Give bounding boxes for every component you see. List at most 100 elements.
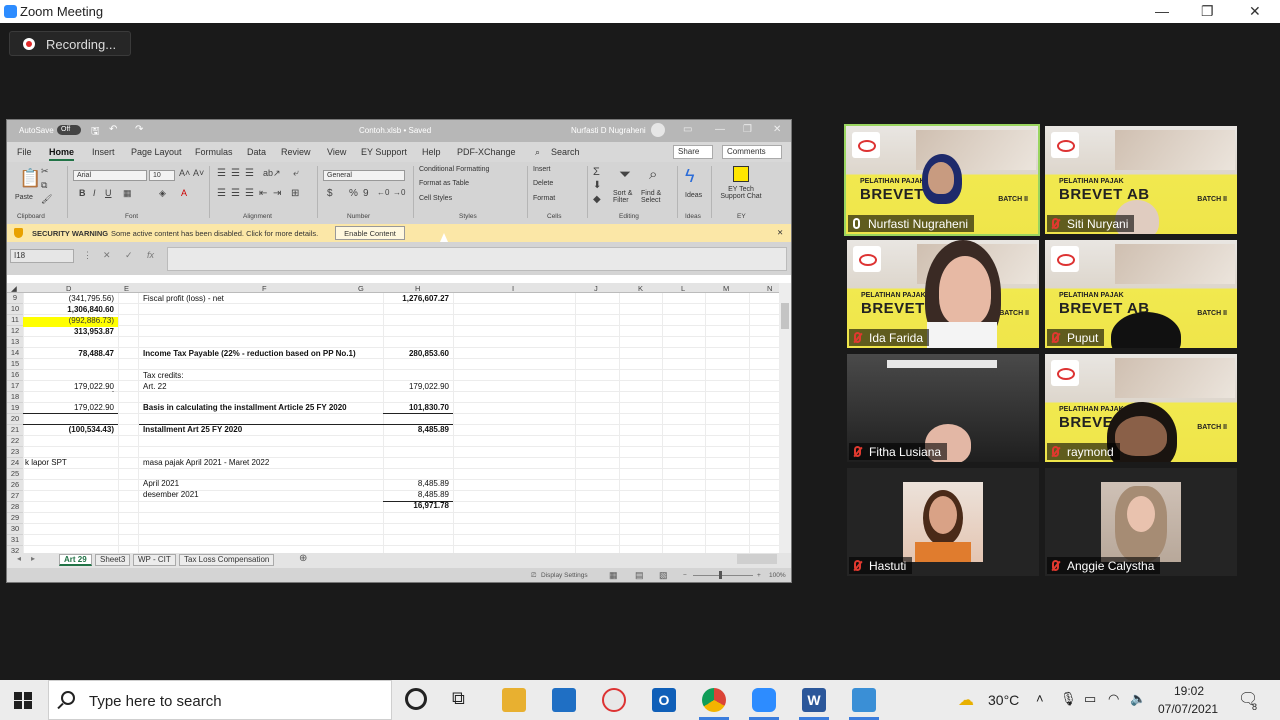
sort-filter-label[interactable]: Sort & Filter bbox=[613, 190, 639, 204]
row-header[interactable]: 27 bbox=[7, 491, 23, 502]
row-header[interactable]: 16 bbox=[7, 370, 23, 381]
zoom-slider-thumb[interactable] bbox=[719, 571, 722, 579]
align-center-icon[interactable]: ☰ bbox=[231, 188, 240, 199]
zoom-out-icon[interactable]: − bbox=[683, 572, 687, 579]
tab-file[interactable]: File bbox=[17, 147, 32, 157]
normal-view-icon[interactable]: ▦ bbox=[609, 570, 618, 581]
name-box[interactable]: I18 bbox=[10, 249, 74, 263]
sheet-tab-art-29[interactable]: Art 29 bbox=[59, 554, 92, 566]
weather-temp[interactable]: 30°C bbox=[988, 692, 1019, 708]
participant-tile[interactable]: PELATIHAN PAJAK BREVET AB BATCH II raymo… bbox=[1045, 354, 1237, 462]
column-header[interactable]: M bbox=[723, 284, 729, 293]
cell-f16[interactable]: Tax credits: bbox=[143, 371, 183, 380]
horizontal-scrollbar[interactable] bbox=[737, 554, 777, 564]
task-view-icon[interactable]: ⧉ bbox=[452, 688, 476, 712]
sheet-prev-icon[interactable]: ◂ bbox=[17, 554, 21, 563]
column-header[interactable]: N bbox=[767, 284, 772, 293]
tab-help[interactable]: Help bbox=[422, 147, 441, 157]
tab-review[interactable]: Review bbox=[281, 147, 311, 157]
app-icon[interactable] bbox=[552, 688, 576, 712]
tab-home[interactable]: Home bbox=[49, 147, 75, 161]
cell-f17[interactable]: Art. 22 bbox=[143, 382, 167, 391]
bold-icon[interactable]: B bbox=[79, 188, 86, 198]
align-bottom-icon[interactable]: ☰ bbox=[245, 168, 254, 179]
row-header[interactable]: 13 bbox=[7, 337, 23, 348]
function-icon[interactable]: fx bbox=[147, 250, 154, 260]
row-header[interactable]: 31 bbox=[7, 535, 23, 546]
ribbon-display-icon[interactable]: ▭ bbox=[683, 124, 692, 135]
cell-h27[interactable]: 8,485.89 bbox=[387, 490, 449, 499]
ey-chat-icon[interactable] bbox=[733, 166, 749, 182]
clock-time[interactable]: 19:02 bbox=[1174, 684, 1204, 698]
comments-button[interactable]: Comments bbox=[722, 145, 782, 159]
ideas-label[interactable]: Ideas bbox=[685, 192, 702, 199]
cell-f19[interactable]: Basis in calculating the installment Art… bbox=[143, 403, 347, 412]
outlook-icon[interactable]: O bbox=[652, 688, 676, 712]
participant-tile[interactable]: PELATIHAN PAJAK BREVET AB BATCH II Puput bbox=[1045, 240, 1237, 348]
save-icon[interactable]: 🖫 bbox=[91, 124, 100, 141]
cell-d9[interactable]: (341,795.56) bbox=[27, 294, 114, 303]
italic-icon[interactable]: I bbox=[93, 188, 96, 198]
row-header[interactable]: 25 bbox=[7, 469, 23, 480]
cell-styles-button[interactable]: Cell Styles bbox=[419, 195, 452, 202]
tab-insert[interactable]: Insert bbox=[92, 147, 115, 157]
battery-icon[interactable]: ▭ bbox=[1084, 691, 1096, 707]
zoom-icon[interactable] bbox=[752, 688, 776, 712]
security-warning-message[interactable]: Some active content has been disabled. C… bbox=[111, 229, 318, 238]
avatar[interactable] bbox=[651, 123, 665, 137]
zoom-slider[interactable] bbox=[693, 575, 753, 576]
cell-f26[interactable]: April 2021 bbox=[143, 479, 179, 488]
paste-icon[interactable]: 📋 bbox=[19, 168, 41, 189]
zoom-in-icon[interactable]: + bbox=[757, 572, 761, 579]
column-header[interactable]: F bbox=[262, 284, 267, 293]
enter-icon[interactable]: ✓ bbox=[125, 250, 133, 261]
cell-d12[interactable]: 313,953.87 bbox=[27, 327, 114, 336]
conditional-formatting-button[interactable]: Conditional Formatting bbox=[419, 166, 489, 173]
copy-icon[interactable]: ⧉ bbox=[41, 180, 47, 191]
undo-icon[interactable]: ↶ bbox=[109, 124, 117, 135]
row-header[interactable]: 20 bbox=[7, 414, 23, 425]
scroll-thumb[interactable] bbox=[781, 303, 789, 329]
close-button[interactable]: ✕ bbox=[1249, 3, 1261, 20]
file-explorer-icon[interactable] bbox=[502, 688, 526, 712]
column-header[interactable]: K bbox=[638, 284, 643, 293]
autosum-icon[interactable]: Σ bbox=[593, 166, 600, 178]
cell-h17[interactable]: 179,022.90 bbox=[387, 382, 449, 391]
cell-f9[interactable]: Fiscal profit (loss) - net bbox=[143, 294, 224, 303]
recording-indicator[interactable]: Recording... bbox=[9, 31, 131, 56]
cell-d21[interactable]: (100,534.43) bbox=[27, 425, 114, 434]
format-painter-icon[interactable]: 🖌 bbox=[41, 194, 52, 205]
column-header[interactable]: H bbox=[415, 284, 420, 293]
column-header[interactable]: E bbox=[124, 284, 129, 293]
windows-start-icon[interactable] bbox=[14, 692, 32, 709]
comma-icon[interactable]: 9 bbox=[363, 188, 369, 199]
format-cells-button[interactable]: Format bbox=[533, 195, 555, 202]
decrease-indent-icon[interactable]: ⇤ bbox=[259, 188, 267, 199]
row-header[interactable]: 21 bbox=[7, 425, 23, 436]
find-select-label[interactable]: Find & Select bbox=[641, 190, 671, 204]
cell-d11[interactable]: (992,886.73) bbox=[27, 316, 114, 325]
font-color-icon[interactable]: A bbox=[181, 188, 187, 198]
sheet-tab-wp-cit[interactable]: WP - CIT bbox=[133, 554, 176, 566]
cell-f14[interactable]: Income Tax Payable (22% - reduction base… bbox=[143, 349, 356, 358]
tab-ey-support[interactable]: EY Support bbox=[361, 147, 407, 157]
cell-h9[interactable]: 1,276,607.27 bbox=[387, 294, 449, 303]
cell-h19[interactable]: 101,830.70 bbox=[387, 403, 449, 412]
row-header[interactable]: 29 bbox=[7, 513, 23, 524]
delete-cells-button[interactable]: Delete bbox=[533, 180, 553, 187]
participant-tile[interactable]: Fitha Lusiana bbox=[847, 354, 1039, 462]
align-left-icon[interactable]: ☰ bbox=[217, 188, 226, 199]
share-button[interactable]: Share bbox=[673, 145, 713, 159]
row-header[interactable]: 24 bbox=[7, 458, 23, 469]
merge-center-icon[interactable]: ⊞ bbox=[291, 188, 299, 199]
weather-icon[interactable]: ☁ bbox=[958, 690, 974, 710]
cell-d14[interactable]: 78,488.47 bbox=[27, 349, 114, 358]
tab-view[interactable]: View bbox=[327, 147, 346, 157]
increase-font-icon[interactable]: A˄ bbox=[179, 168, 190, 178]
sheet-next-icon[interactable]: ▸ bbox=[31, 554, 35, 563]
tab-pdf-xchange[interactable]: PDF-XChange bbox=[457, 147, 516, 157]
decrease-font-icon[interactable]: A˅ bbox=[193, 168, 204, 178]
cell-h28[interactable]: 16,971.78 bbox=[387, 501, 449, 510]
close-icon[interactable]: ✕ bbox=[777, 228, 783, 237]
chrome-icon[interactable] bbox=[702, 688, 726, 712]
